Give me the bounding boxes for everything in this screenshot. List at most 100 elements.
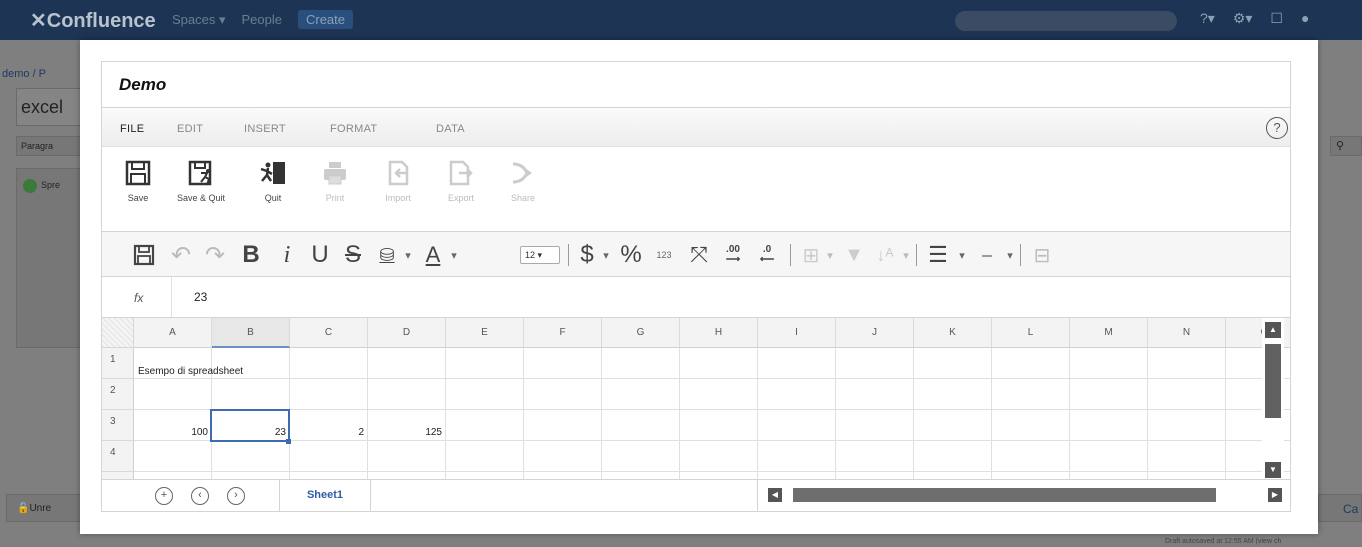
vertical-scrollbar[interactable]: ▲ ▼ — [1262, 318, 1284, 479]
number-format-button[interactable]: 123 — [652, 239, 676, 271]
tab-file[interactable]: FILE — [120, 123, 144, 135]
percent-button[interactable]: % — [616, 239, 646, 271]
quick-save-button[interactable] — [130, 239, 158, 271]
column-header[interactable]: I — [758, 318, 836, 348]
tab-data[interactable]: DATA — [436, 123, 465, 135]
currency-dropdown[interactable]: ▾ — [600, 239, 612, 271]
row-header[interactable]: 4 — [102, 441, 134, 472]
vertical-align-icon[interactable]: ⎯ — [972, 239, 1002, 271]
tab-insert[interactable]: INSERT — [244, 123, 286, 135]
help-menu-icon[interactable]: ?▾ — [1200, 10, 1215, 27]
tab-format[interactable]: FORMAT — [330, 123, 377, 135]
column-header[interactable]: J — [836, 318, 914, 348]
breadcrumb[interactable]: demo / P — [2, 68, 46, 80]
row-header[interactable]: 2 — [102, 379, 134, 410]
row-header[interactable]: 1 — [102, 348, 134, 379]
cell-d3[interactable]: 125 — [368, 427, 442, 438]
scroll-right-icon[interactable]: ▶ — [1268, 488, 1282, 502]
vertical-align-dropdown[interactable]: ▾ — [1004, 239, 1016, 271]
grid-line — [1225, 348, 1226, 479]
quit-button[interactable]: Quit — [241, 159, 305, 203]
merge-cells-icon[interactable]: ⊟ — [1028, 239, 1056, 271]
page-title-input[interactable]: excel — [16, 88, 86, 126]
clear-format-icon[interactable]: ⤧ — [686, 239, 712, 271]
save-quit-button[interactable]: Save & Quit — [169, 159, 233, 203]
borders-icon[interactable]: ⊞ — [798, 239, 824, 271]
filter-icon[interactable]: ▼ — [842, 239, 866, 271]
font-size-select[interactable]: 12 ▾ — [520, 246, 560, 264]
horizontal-scroll-thumb[interactable] — [793, 488, 1216, 502]
nav-spaces[interactable]: Spaces ▾ — [172, 12, 226, 29]
undo-icon[interactable]: ↶ — [168, 239, 194, 271]
prev-sheet-icon[interactable]: ‹ — [191, 487, 209, 505]
sort-dropdown[interactable]: ▾ — [900, 239, 912, 271]
underline-button[interactable]: U — [308, 239, 332, 271]
column-header[interactable]: E — [446, 318, 524, 348]
currency-button[interactable]: $ — [576, 239, 598, 271]
next-sheet-icon[interactable]: › — [227, 487, 245, 505]
column-header[interactable]: N — [1148, 318, 1226, 348]
horizontal-scrollbar[interactable]: ◀ ▶ — [757, 480, 1292, 511]
help-button[interactable]: ? — [1266, 117, 1288, 139]
column-header[interactable]: H — [680, 318, 758, 348]
row-header[interactable] — [102, 472, 134, 479]
font-color-button[interactable]: A — [420, 239, 446, 271]
increase-decimal-button[interactable]: .00 ⟶ — [720, 239, 746, 271]
paragraph-dropdown[interactable]: Paragra — [16, 136, 86, 156]
quit-icon — [260, 162, 285, 184]
export-button[interactable]: Export — [429, 159, 493, 203]
header-icons: ?▾ ⚙▾ ☐ ● — [1200, 10, 1309, 27]
scroll-down-icon[interactable]: ▼ — [1265, 462, 1281, 478]
column-header[interactable]: C — [290, 318, 368, 348]
user-avatar-icon[interactable]: ● — [1301, 10, 1309, 27]
column-header[interactable]: M — [1070, 318, 1148, 348]
search-input[interactable] — [955, 11, 1177, 31]
row-header[interactable]: 3 — [102, 410, 134, 441]
column-header[interactable]: B — [212, 318, 290, 348]
save-button[interactable]: Save — [106, 159, 170, 203]
align-dropdown[interactable]: ▾ — [956, 239, 968, 271]
nav-people[interactable]: People — [242, 12, 282, 29]
fill-color-dropdown[interactable]: ▾ — [402, 239, 414, 271]
find-icon[interactable]: ⚲ — [1330, 136, 1362, 156]
cell-a3[interactable]: 100 — [134, 427, 208, 438]
tab-edit[interactable]: EDIT — [177, 123, 203, 135]
confluence-logo[interactable]: ✕Confluence — [30, 8, 156, 33]
font-color-dropdown[interactable]: ▾ — [448, 239, 460, 271]
import-button[interactable]: Import — [366, 159, 430, 203]
cell-a1[interactable]: Esempo di spreadsheet — [138, 366, 243, 377]
column-header[interactable]: L — [992, 318, 1070, 348]
sheet-tab-sheet1[interactable]: Sheet1 — [279, 480, 371, 511]
add-sheet-icon[interactable]: + — [155, 487, 173, 505]
strikethrough-button[interactable]: S — [340, 239, 366, 271]
share-button[interactable]: Share — [491, 159, 555, 203]
decrease-decimal-button[interactable]: .0 ⟵ — [754, 239, 780, 271]
notifications-icon[interactable]: ☐ — [1270, 10, 1283, 27]
formula-input[interactable]: 23 — [194, 290, 207, 304]
column-header[interactable]: K — [914, 318, 992, 348]
fill-handle[interactable] — [286, 439, 291, 444]
column-header[interactable]: G — [602, 318, 680, 348]
align-left-icon[interactable]: ☰ — [924, 239, 952, 271]
editor-area[interactable]: Spre — [16, 168, 86, 348]
italic-button[interactable]: i — [276, 239, 298, 271]
draft-status: Draft autosaved at 12:55 AM (view ch — [1165, 538, 1282, 545]
column-header[interactable]: D — [368, 318, 446, 348]
fill-color-icon[interactable]: ⛁ — [374, 239, 400, 271]
sort-icon[interactable]: ↓ᴬ — [872, 239, 898, 271]
unrestricted-button[interactable]: 🔓Unre — [6, 494, 86, 522]
select-all-corner[interactable] — [102, 318, 134, 348]
scroll-left-icon[interactable]: ◀ — [768, 488, 782, 502]
bold-button[interactable]: B — [238, 239, 264, 271]
print-button[interactable]: Print — [303, 159, 367, 203]
column-header[interactable]: F — [524, 318, 602, 348]
column-header[interactable]: A — [134, 318, 212, 348]
redo-icon[interactable]: ↷ — [202, 239, 228, 271]
borders-dropdown[interactable]: ▾ — [824, 239, 836, 271]
vertical-scroll-thumb[interactable] — [1265, 344, 1281, 418]
create-button[interactable]: Create — [297, 10, 354, 29]
cancel-button[interactable]: Ca — [1318, 494, 1362, 522]
cell-c3[interactable]: 2 — [290, 427, 364, 438]
scroll-up-icon[interactable]: ▲ — [1265, 322, 1281, 338]
settings-gear-icon[interactable]: ⚙▾ — [1233, 10, 1253, 27]
